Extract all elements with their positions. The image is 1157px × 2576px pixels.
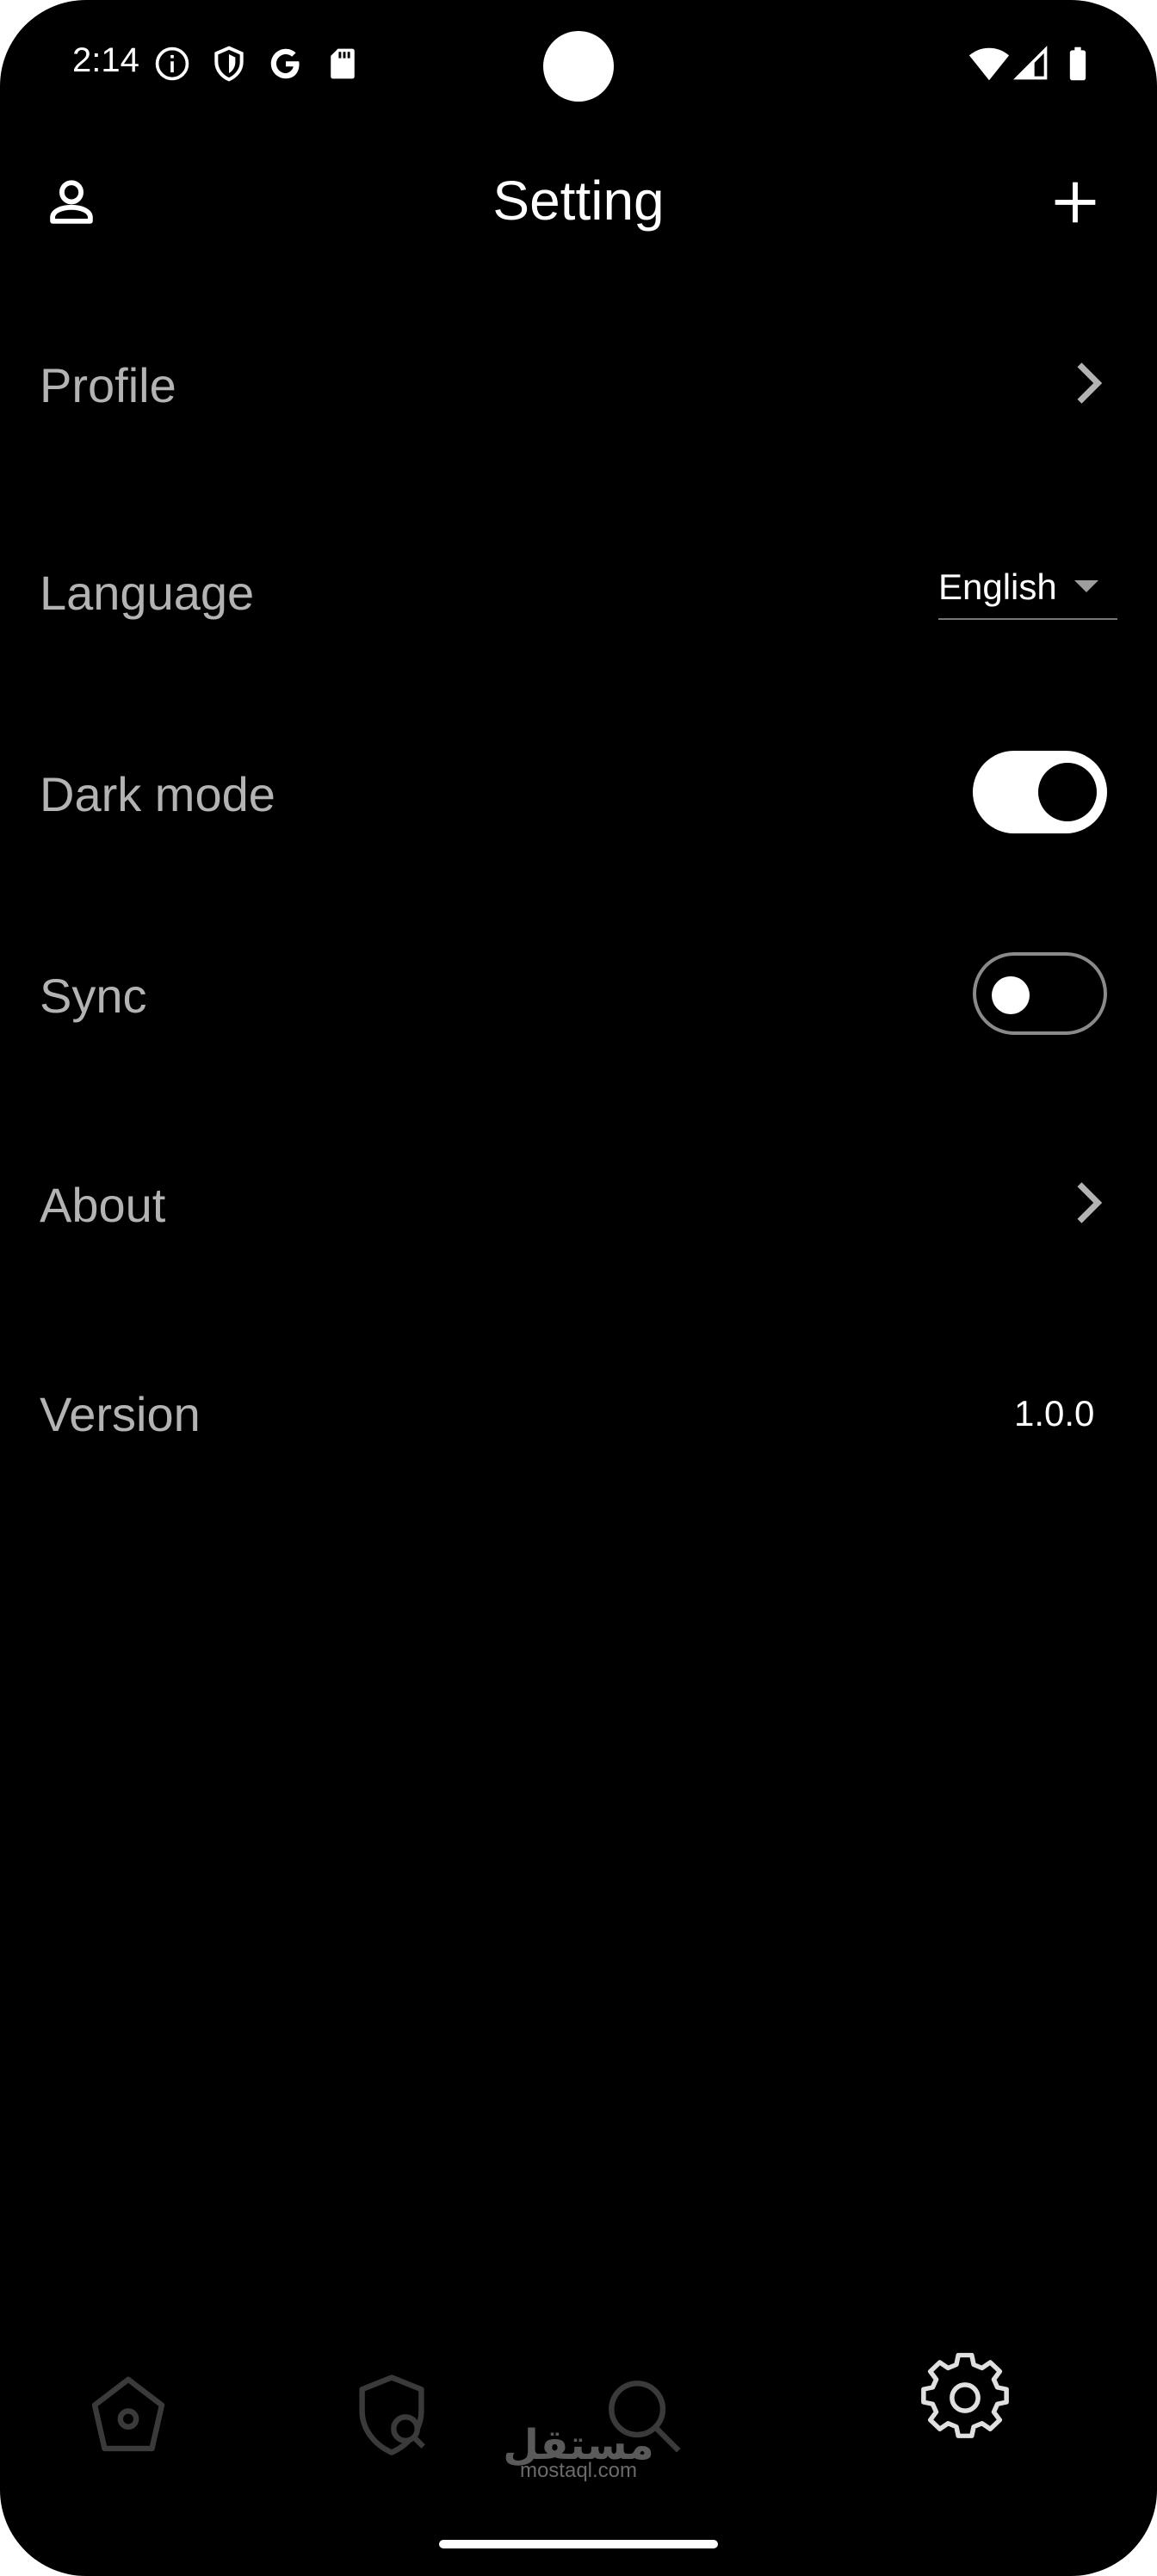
profile-row[interactable]: Profile bbox=[0, 331, 1157, 435]
info-icon bbox=[155, 46, 189, 81]
home-indicator[interactable] bbox=[439, 2540, 718, 2548]
wifi-icon bbox=[968, 47, 1010, 81]
page-title: Setting bbox=[492, 170, 665, 232]
sync-toggle[interactable] bbox=[973, 952, 1107, 1035]
toggle-knob bbox=[1038, 763, 1097, 821]
signal-icon bbox=[1013, 46, 1048, 80]
plus-icon[interactable] bbox=[1045, 172, 1105, 232]
google-icon bbox=[270, 48, 300, 79]
chevron-right-icon bbox=[1077, 1182, 1103, 1223]
language-row: Language English bbox=[0, 539, 1157, 642]
status-bar: 2:14 bbox=[0, 0, 1157, 129]
sync-row: Sync bbox=[0, 942, 1157, 1045]
language-selected-value: English bbox=[938, 567, 1057, 607]
status-time: 2:14 bbox=[72, 41, 139, 79]
profile-label: Profile bbox=[40, 358, 176, 412]
toggle-knob bbox=[992, 976, 1030, 1014]
about-label: About bbox=[40, 1178, 166, 1232]
app-bar: Setting bbox=[0, 155, 1157, 250]
shield-icon bbox=[214, 46, 244, 82]
dropdown-caret-icon bbox=[1074, 580, 1098, 592]
phone-screen: 2:14 Setting Profile Language English Da… bbox=[0, 0, 1157, 2576]
version-label: Version bbox=[40, 1387, 201, 1441]
front-camera bbox=[543, 31, 614, 102]
language-dropdown[interactable]: English bbox=[938, 556, 1117, 620]
chevron-right-icon bbox=[1077, 362, 1103, 404]
about-row[interactable]: About bbox=[0, 1151, 1157, 1254]
sd-card-icon bbox=[331, 48, 355, 79]
dark-mode-label: Dark mode bbox=[40, 767, 275, 821]
language-label: Language bbox=[40, 566, 255, 620]
version-row: Version 1.0.0 bbox=[0, 1360, 1157, 1464]
sync-label: Sync bbox=[40, 969, 147, 1023]
battery-icon bbox=[1069, 46, 1086, 81]
version-value: 1.0.0 bbox=[1014, 1393, 1095, 1434]
dark-mode-toggle[interactable] bbox=[973, 751, 1107, 833]
dark-mode-row: Dark mode bbox=[0, 740, 1157, 844]
watermark-text: mostaql.com bbox=[519, 2459, 638, 2482]
